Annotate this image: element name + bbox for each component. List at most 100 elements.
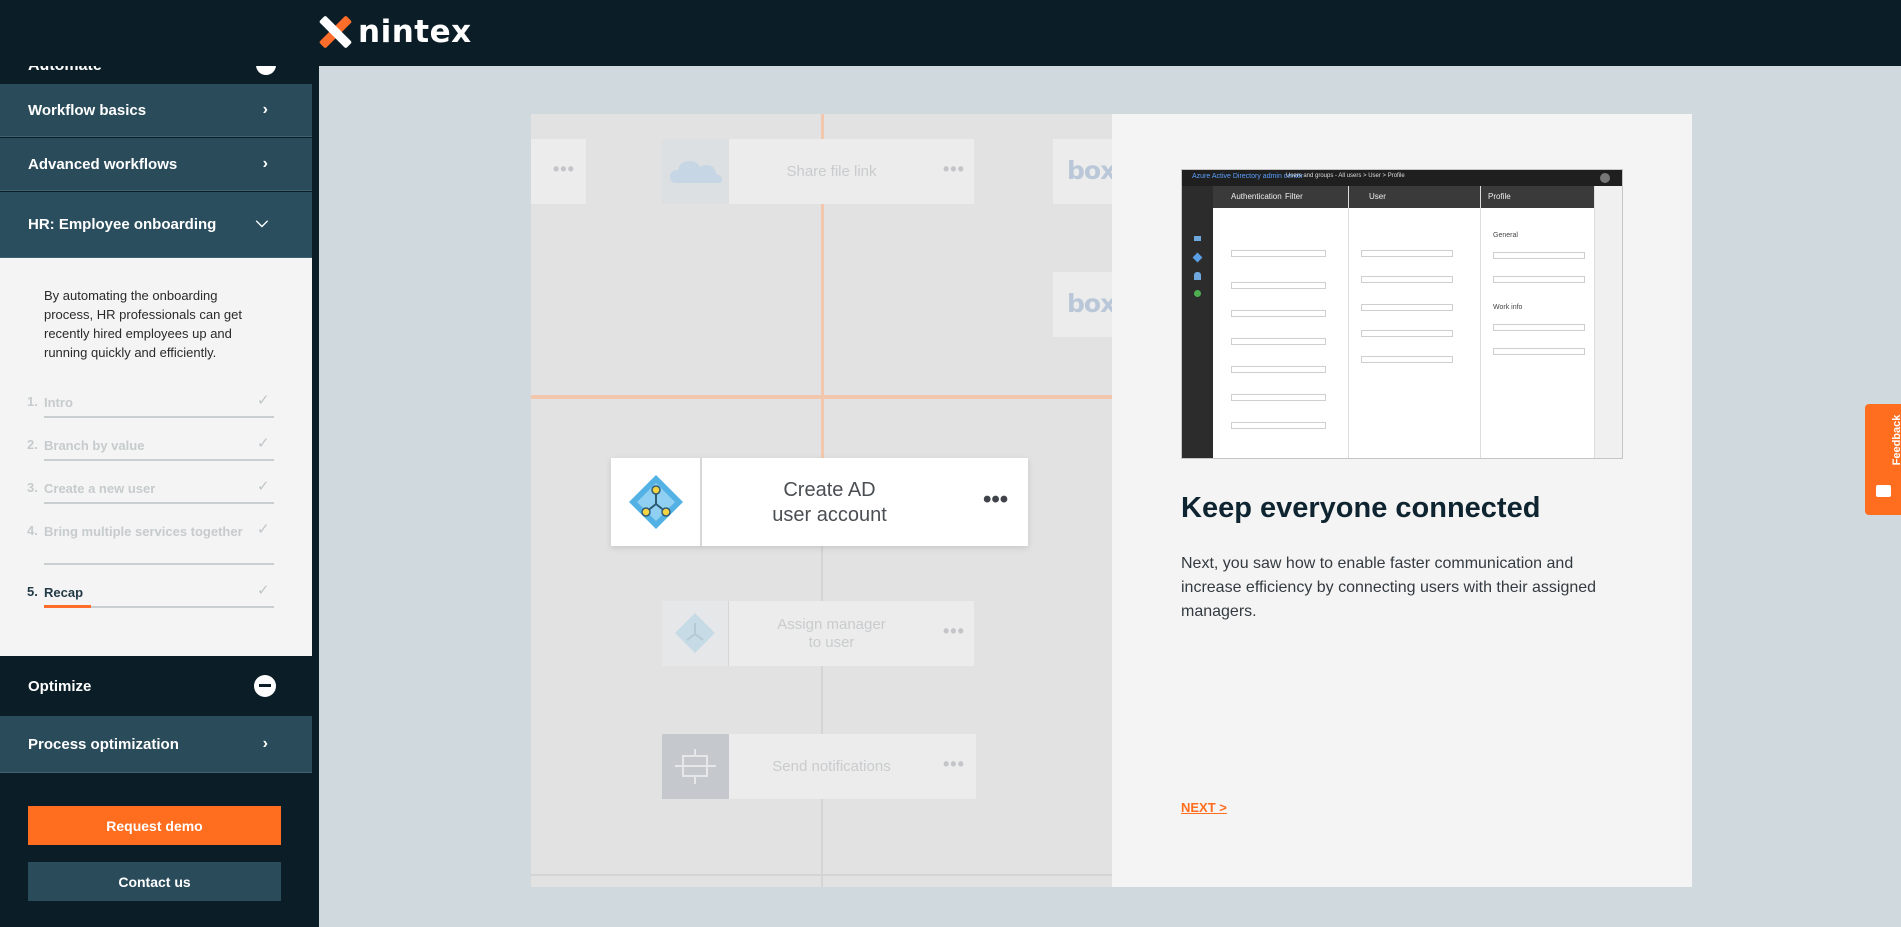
sidebar-item-label: Process optimization (28, 735, 179, 753)
chevron-right-icon: › (262, 155, 268, 172)
field (1361, 356, 1453, 363)
step-divider (44, 416, 274, 418)
azure-ad-icon (611, 458, 702, 546)
connector-line (821, 394, 824, 458)
onedrive-icon (662, 139, 729, 204)
step-number: 2. (27, 437, 38, 452)
collapse-icon (256, 66, 276, 75)
workflow-canvas: ••• Share file link ••• box box Create A… (531, 114, 1112, 887)
check-icon: ✓ (257, 435, 270, 452)
share-file-link-node[interactable]: Share file link ••• (662, 139, 974, 204)
node-label-line: Create AD (783, 479, 876, 501)
send-notifications-node[interactable]: Send notifications ••• (662, 734, 976, 799)
sidebar-item-advanced-workflows[interactable]: Advanced workflows › (0, 138, 312, 191)
field (1493, 324, 1585, 331)
box-logo: box (1067, 289, 1112, 318)
field (1231, 338, 1326, 345)
step-number: 4. (27, 523, 38, 538)
screenshot-column (1349, 186, 1481, 458)
screenshot-edge (1594, 186, 1622, 458)
box-node[interactable]: box (1053, 139, 1112, 204)
collapse-icon (254, 675, 276, 697)
step-number: 5. (27, 584, 38, 599)
step-label: Create a new user (44, 481, 156, 496)
step-label: Branch by value (44, 438, 145, 453)
field (1493, 276, 1585, 283)
step-divider (44, 502, 274, 504)
chevron-right-icon: › (262, 101, 268, 118)
workflow-node[interactable]: ••• (531, 139, 586, 204)
more-icon[interactable]: ••• (983, 486, 1008, 514)
step-number: 1. (27, 394, 38, 409)
check-icon: ✓ (257, 478, 270, 495)
node-label-line: user account (772, 504, 887, 526)
rail-icon (1194, 236, 1201, 241)
field (1231, 394, 1326, 401)
create-ad-user-node[interactable]: Create AD user account ••• (611, 458, 1028, 546)
sidebar-item-hr-onboarding[interactable]: HR: Employee onboarding ⌵ (0, 192, 312, 258)
section-label: General (1493, 232, 1518, 239)
onboarding-panel: By automating the onboarding process, HR… (0, 258, 312, 656)
step-label: Recap (44, 585, 84, 600)
chat-icon (1876, 485, 1891, 497)
sidebar-item-label: HR: Employee onboarding (28, 216, 217, 233)
node-label-line: to user (808, 634, 855, 651)
sidebar-section-optimize[interactable]: Optimize (0, 656, 312, 716)
step-progress (44, 605, 91, 608)
rail-icon (1194, 272, 1201, 280)
feedback-tab[interactable]: Feedback (1865, 404, 1901, 515)
step-label: Bring multiple services together (44, 524, 243, 539)
node-label: Create AD user account (702, 478, 957, 528)
chevron-down-icon: ⌵ (255, 214, 268, 231)
azure-ad-icon (662, 601, 729, 666)
avatar (1600, 173, 1610, 183)
section-label: Automate (28, 66, 102, 75)
feedback-label: Feedback (1891, 414, 1901, 466)
azure-ad-screenshot: Azure Active Directory admin center User… (1181, 169, 1623, 459)
sidebar-item-label: Advanced workflows (28, 155, 178, 173)
chevron-right-icon: › (262, 735, 268, 752)
onboarding-description: By automating the onboarding process, HR… (44, 288, 242, 360)
field (1493, 252, 1585, 259)
more-icon: ••• (553, 159, 575, 179)
sidebar-item-workflow-basics[interactable]: Workflow basics › (0, 84, 312, 137)
sidebar-section-automate[interactable]: Automate (0, 66, 312, 84)
next-link[interactable]: NEXT > (1181, 800, 1227, 815)
assign-manager-node[interactable]: Assign manager to user ••• (662, 601, 974, 666)
request-demo-button[interactable]: Request demo (28, 806, 281, 845)
step-number: 3. (27, 480, 38, 495)
more-icon: ••• (943, 159, 965, 179)
sidebar-item-label: Workflow basics (28, 101, 147, 119)
notification-icon (662, 734, 729, 799)
connector-line (821, 546, 823, 887)
step-label: Intro (44, 395, 73, 410)
rail-icon (1192, 252, 1203, 263)
field (1231, 366, 1326, 373)
screenshot-breadcrumb: Users and groups - All users > User > Pr… (1286, 173, 1405, 179)
info-heading: Keep everyone connected (1181, 492, 1541, 524)
field (1493, 348, 1585, 355)
node-label-line: Assign manager (777, 616, 886, 633)
field (1231, 282, 1326, 289)
info-panel: Azure Active Directory admin center User… (1112, 114, 1692, 887)
box-node[interactable]: box (1053, 272, 1112, 337)
screenshot-column: General Work info (1481, 186, 1604, 458)
node-label: Share file link (786, 163, 877, 180)
check-icon: ✓ (257, 521, 270, 538)
box-logo: box (1067, 156, 1112, 185)
screenshot-header: Azure Active Directory admin center User… (1182, 170, 1622, 186)
screenshot-column (1213, 186, 1349, 458)
sidebar-item-process-optimization[interactable]: Process optimization › (0, 716, 312, 773)
field (1231, 250, 1326, 257)
step-divider (44, 459, 274, 461)
field (1231, 310, 1326, 317)
top-bar: nintex (0, 0, 1901, 66)
contact-us-button[interactable]: Contact us (28, 862, 281, 901)
section-label: Work info (1493, 304, 1523, 311)
nintex-x-icon (318, 15, 353, 49)
field (1361, 330, 1453, 337)
more-icon: ••• (943, 754, 965, 774)
nintex-logo[interactable]: nintex (318, 14, 472, 50)
sidebar: Automate Workflow basics › Advanced work… (0, 66, 319, 927)
check-icon: ✓ (257, 392, 270, 409)
